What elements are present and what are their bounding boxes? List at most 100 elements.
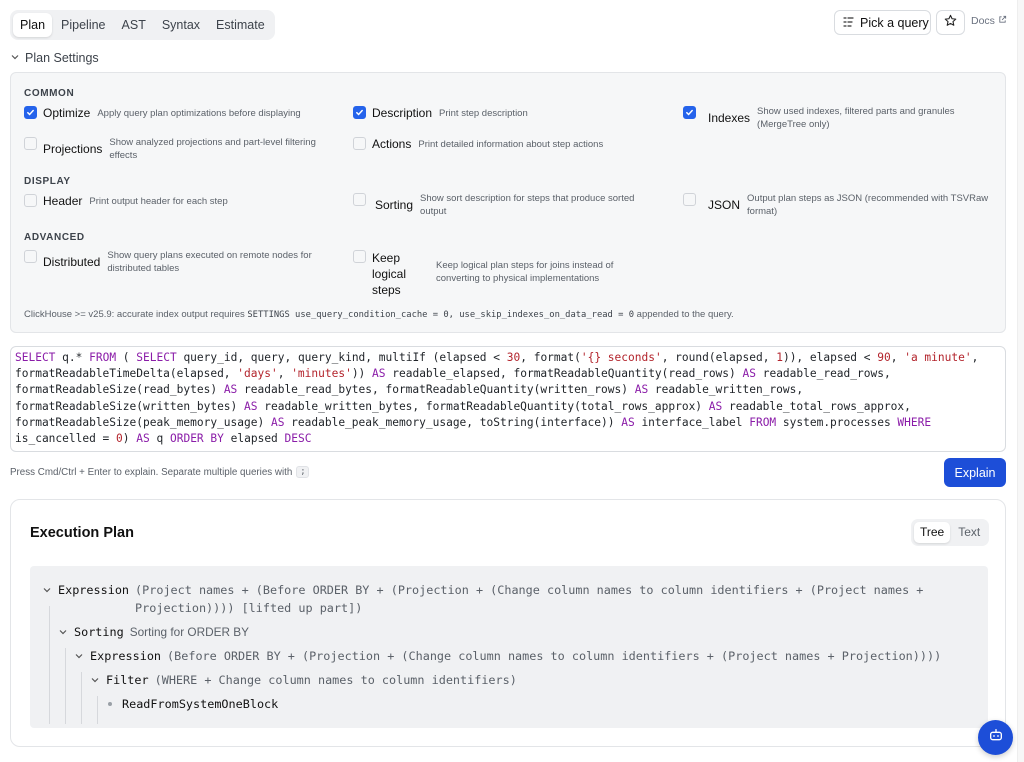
description-label[interactable]: Description — [372, 106, 432, 120]
plan-node: Expression (Project names + (Before ORDE… — [41, 581, 976, 617]
option-optimize: Optimize Apply query plan optimizations … — [24, 106, 344, 121]
star-icon — [944, 14, 957, 32]
option-header: Header Print output header for each step — [24, 194, 344, 209]
distributed-desc: Show query plans executed on remote node… — [107, 250, 312, 274]
distributed-label[interactable]: Distributed — [43, 255, 100, 269]
plan-node-desc: (Before ORDER BY + (Projection + (Change… — [167, 649, 942, 663]
favorite-button[interactable] — [936, 10, 965, 35]
execution-plan-title: Execution Plan — [30, 525, 134, 541]
pick-query-label: Pick a query — [860, 15, 929, 30]
option-sorting: Sorting Show sort description for steps … — [353, 193, 673, 218]
indexes-desc: Show used indexes, filtered parts and gr… — [757, 106, 955, 130]
view-toggle: Tree Text — [911, 519, 990, 546]
hint-key: ; — [296, 466, 310, 478]
plan-node-name: Expression — [90, 649, 162, 663]
keep-logical-steps-checkbox[interactable] — [353, 250, 366, 263]
assistant-bot-button[interactable] — [978, 720, 1013, 755]
docs-link[interactable]: Docs — [971, 15, 1007, 27]
chevron-down-icon — [10, 51, 20, 65]
docs-label: Docs — [971, 15, 995, 27]
header-desc: Print output header for each step — [89, 196, 228, 207]
plan-node-desc: (Project names + (Before ORDER BY + (Pro… — [135, 583, 924, 615]
external-link-icon — [998, 15, 1007, 27]
tab-plan[interactable]: Plan — [13, 13, 53, 37]
actions-label[interactable]: Actions — [372, 137, 411, 151]
view-text-button[interactable]: Text — [952, 522, 986, 543]
plan-settings-toggle[interactable]: Plan Settings — [10, 51, 99, 65]
plan-node-name: Filter — [106, 673, 149, 687]
tree-guide-line — [49, 606, 50, 724]
plan-node: Expression (Before ORDER BY + (Projectio… — [73, 647, 941, 665]
tree-guide-line — [97, 696, 98, 724]
option-distributed: Distributed Show query plans executed on… — [24, 250, 344, 275]
indexes-checkbox[interactable] — [683, 106, 696, 119]
check-icon — [355, 104, 364, 122]
explain-hint: Press Cmd/Ctrl + Enter to explain. Separ… — [10, 466, 310, 478]
hint-text: Press Cmd/Ctrl + Enter to explain. Separ… — [10, 466, 293, 478]
description-checkbox[interactable] — [353, 106, 366, 119]
header-checkbox[interactable] — [24, 194, 37, 207]
indexes-label[interactable]: Indexes — [708, 111, 750, 125]
actions-desc: Print detailed information about step ac… — [418, 139, 604, 150]
note-suffix: appended to the query. — [636, 309, 734, 320]
optimize-desc: Apply query plan optimizations before di… — [97, 108, 301, 119]
tab-ast[interactable]: AST — [115, 13, 153, 37]
plan-settings-panel: COMMON Optimize Apply query plan optimiz… — [10, 72, 1006, 333]
tree-guide-line — [81, 672, 82, 724]
query-editor[interactable]: SELECT q.* FROM ( SELECT query_id, query… — [10, 346, 1006, 452]
option-description: Description Print step description — [353, 106, 673, 121]
option-indexes: Indexes Show used indexes, filtered part… — [683, 106, 983, 131]
plan-node-name: Expression — [58, 583, 130, 597]
optimize-label[interactable]: Optimize — [43, 106, 90, 120]
json-checkbox[interactable] — [683, 193, 696, 206]
chevron-down-icon[interactable] — [89, 671, 101, 689]
projections-checkbox[interactable] — [24, 137, 37, 150]
option-actions: Actions Print detailed information about… — [353, 137, 673, 152]
note-prefix: ClickHouse >= v25.9: accurate index outp… — [24, 309, 245, 320]
keep-logical-steps-label[interactable]: Keep logical steps — [372, 250, 416, 298]
explain-button[interactable]: Explain — [944, 458, 1006, 487]
section-common: COMMON — [24, 88, 75, 99]
json-label[interactable]: JSON — [708, 198, 740, 212]
header-label[interactable]: Header — [43, 194, 82, 208]
projections-desc: Show analyzed projections and part-level… — [109, 137, 316, 161]
tree-guide-line — [65, 648, 66, 724]
plan-settings-label: Plan Settings — [25, 51, 99, 65]
json-desc: Output plan steps as JSON (recommended w… — [747, 193, 989, 217]
plan-node-desc: (WHERE + Change column names to column i… — [154, 673, 517, 687]
sorting-label[interactable]: Sorting — [375, 198, 413, 212]
projections-label[interactable]: Projections — [43, 142, 102, 156]
plan-node-desc: Sorting for ORDER BY — [129, 625, 250, 639]
view-tree-button[interactable]: Tree — [914, 522, 951, 543]
pick-query-button[interactable]: Pick a query — [834, 10, 931, 35]
leaf-dot-icon — [108, 702, 112, 706]
plan-node-name: Sorting — [74, 625, 124, 639]
option-projections: Projections Show analyzed projections an… — [24, 137, 344, 162]
page-scrollbar[interactable] — [1017, 0, 1024, 762]
tab-estimate[interactable]: Estimate — [209, 13, 272, 37]
description-desc: Print step description — [439, 108, 528, 119]
chevron-down-icon[interactable] — [57, 623, 69, 641]
actions-checkbox[interactable] — [353, 137, 366, 150]
plan-tree: Expression (Project names + (Before ORDE… — [30, 566, 988, 728]
check-icon — [685, 104, 694, 122]
tab-pipeline[interactable]: Pipeline — [54, 13, 112, 37]
keep-logical-steps-desc: Keep logical plan steps for joins instea… — [436, 260, 614, 284]
sorting-checkbox[interactable] — [353, 193, 366, 206]
plan-node: Sorting Sorting for ORDER BY — [57, 623, 249, 641]
clickhouse-version-note: ClickHouse >= v25.9: accurate index outp… — [24, 309, 734, 320]
section-advanced: ADVANCED — [24, 232, 85, 243]
mode-tabs: Plan Pipeline AST Syntax Estimate — [10, 10, 275, 40]
distributed-checkbox[interactable] — [24, 250, 37, 263]
option-keep-logical-steps: Keep logical steps Keep logical plan ste… — [353, 250, 673, 298]
section-display: DISPLAY — [24, 176, 71, 187]
plan-node: ReadFromSystemOneBlock — [108, 695, 278, 713]
chevron-down-icon[interactable] — [73, 647, 85, 665]
tab-syntax[interactable]: Syntax — [155, 13, 207, 37]
chevron-down-icon[interactable] — [41, 581, 53, 599]
plan-node-name: ReadFromSystemOneBlock — [122, 697, 279, 711]
plan-node: Filter (WHERE + Change column names to c… — [89, 671, 517, 689]
execution-plan-card: Execution Plan Tree Text Expression (Pro… — [10, 499, 1006, 747]
optimize-checkbox[interactable] — [24, 106, 37, 119]
bot-icon — [988, 727, 1004, 748]
